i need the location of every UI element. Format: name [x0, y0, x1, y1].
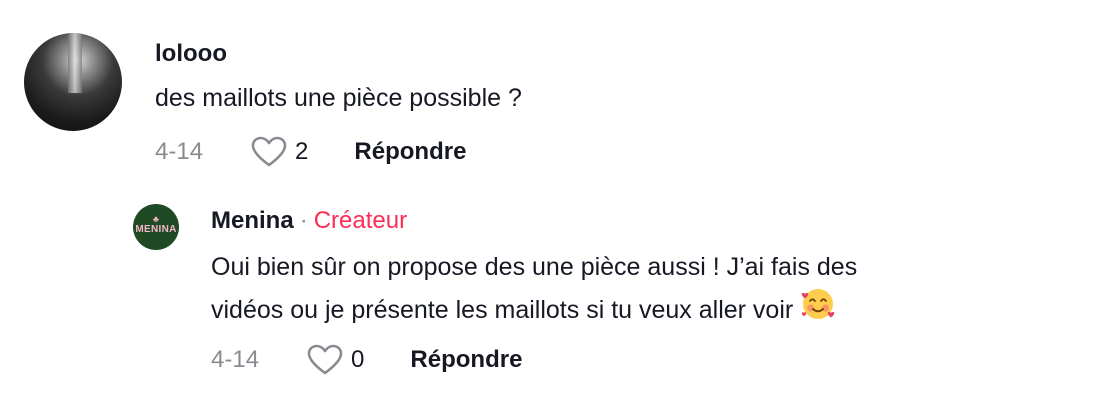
heart-icon[interactable] — [307, 344, 343, 376]
heart-icon[interactable] — [251, 136, 287, 168]
reply-username[interactable]: Menina — [211, 207, 294, 234]
reply-meta: 4-14 0 Répondre — [211, 344, 522, 376]
reply-text-segment: vidéos ou je présente les maillots si tu… — [211, 296, 794, 324]
reply-header: Menina · Créateur — [211, 207, 407, 235]
user-avatar[interactable] — [24, 33, 122, 131]
reply-button[interactable]: Répondre — [354, 138, 466, 166]
separator-dot: · — [299, 207, 308, 234]
comment-text: des maillots une pièce possible ? — [155, 84, 522, 112]
comment-meta: 4-14 2 Répondre — [155, 136, 466, 168]
leaf-icon: ♣ — [153, 213, 159, 224]
reply-date: 4-14 — [211, 346, 260, 373]
avatar-photo-detail — [68, 33, 82, 93]
creator-avatar[interactable]: ♣ MENINA — [133, 204, 179, 250]
like-button[interactable]: 0 — [307, 344, 364, 376]
comment-username[interactable]: lolooo — [155, 40, 227, 68]
creator-badge: Créateur — [313, 207, 408, 234]
like-count: 0 — [351, 346, 365, 373]
reply-text-line: vidéos ou je présente les maillots si tu… — [211, 286, 857, 333]
smiling-face-with-hearts-icon — [800, 286, 836, 333]
like-button[interactable]: 2 — [251, 136, 308, 168]
avatar-brand-logo: MENINA — [135, 223, 177, 235]
reply-text: Oui bien sûr on propose des une pièce au… — [211, 249, 857, 333]
comment-date: 4-14 — [155, 138, 204, 165]
comment: lolooo — [155, 40, 227, 68]
reply-text-line: Oui bien sûr on propose des une pièce au… — [211, 253, 858, 281]
like-count: 2 — [295, 138, 309, 165]
reply-button[interactable]: Répondre — [410, 346, 522, 374]
